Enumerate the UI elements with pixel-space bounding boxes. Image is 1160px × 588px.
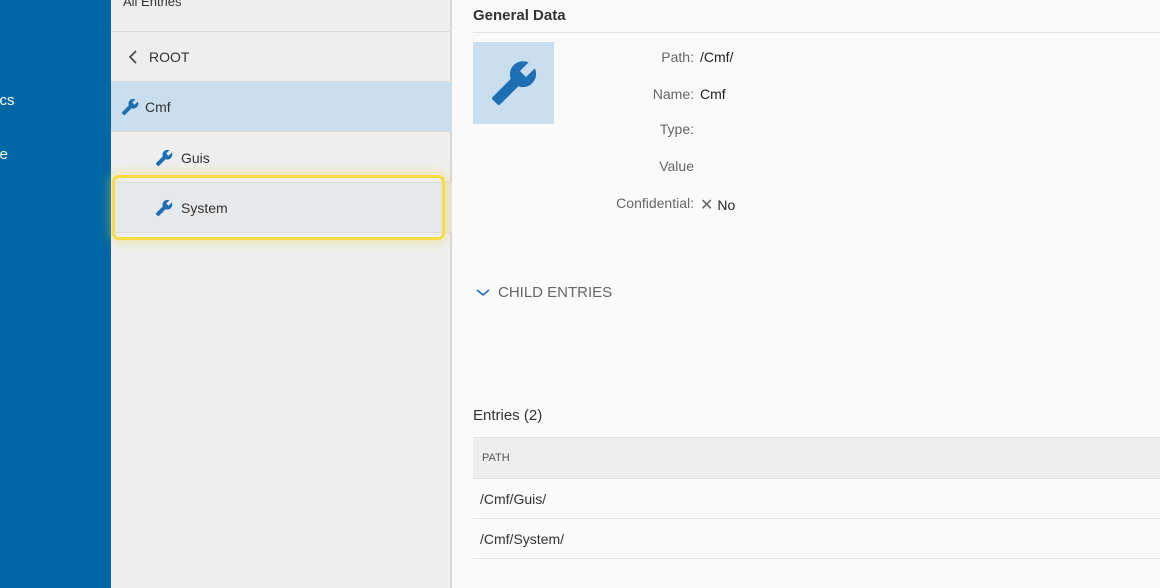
column-header-path[interactable]: PATH [473, 437, 1160, 479]
entries-title: Entries (2) [473, 407, 543, 424]
field-label: Type: [659, 121, 694, 137]
tree-item-label: System [181, 199, 228, 216]
entries-table: PATH /Cmf/Guis/ /Cmf/System/ [473, 437, 1160, 559]
field-value: /Cmf/ [700, 49, 734, 65]
chevron-down-icon [476, 288, 490, 296]
wrench-icon [121, 98, 139, 115]
section-title: General Data [473, 7, 566, 24]
field-confidential: Confidential: ✕ No [554, 195, 1154, 215]
tree-back-root[interactable]: ROOT [111, 32, 452, 82]
tree-item-cmf[interactable]: Cmf [111, 82, 452, 132]
nav-item-analytics[interactable]: tics [0, 92, 23, 109]
field-label: Confidential: [616, 195, 694, 211]
tree-item-label: Cmf [145, 98, 171, 115]
field-label: Value [659, 158, 694, 174]
tree-header-label: All Entries [123, 0, 182, 9]
field-value-row: Value [554, 158, 1154, 178]
tree-item-label: Guis [181, 149, 210, 166]
entry-thumbnail [473, 42, 554, 124]
field-path: Path: /Cmf/ [554, 49, 1154, 69]
table-row[interactable]: /Cmf/System/ [473, 519, 1160, 559]
child-entries-toggle[interactable]: CHILD ENTRIES [476, 284, 612, 301]
child-entries-label: CHILD ENTRIES [498, 284, 613, 301]
field-value: Cmf [700, 86, 726, 102]
x-icon: ✕ [700, 197, 714, 214]
wrench-icon [155, 199, 173, 216]
tree-panel: All Entries ROOT Cmf Guis System [111, 0, 452, 588]
tree-item-system[interactable]: System [111, 183, 452, 233]
chevron-left-icon [128, 49, 137, 64]
tree-header: All Entries [111, 0, 452, 32]
field-label: Name: [652, 86, 694, 102]
wrench-icon [155, 149, 173, 166]
field-value: ✕ No [700, 195, 735, 215]
details-panel: General Data Path: /Cmf/ Name: Cmf Type:… [454, 0, 1160, 588]
nav-item-2[interactable]: ce [0, 146, 16, 163]
confidential-value: No [717, 197, 736, 213]
field-name: Name: Cmf [554, 86, 1154, 106]
tree-back-label: ROOT [149, 48, 190, 65]
field-type: Type: [554, 121, 1154, 141]
table-row[interactable]: /Cmf/Guis/ [473, 479, 1160, 519]
field-label: Path: [661, 49, 694, 65]
left-nav: tics ce [0, 0, 111, 588]
wrench-icon [491, 61, 536, 105]
divider [473, 32, 1160, 33]
tree-item-guis[interactable]: Guis [111, 133, 452, 183]
